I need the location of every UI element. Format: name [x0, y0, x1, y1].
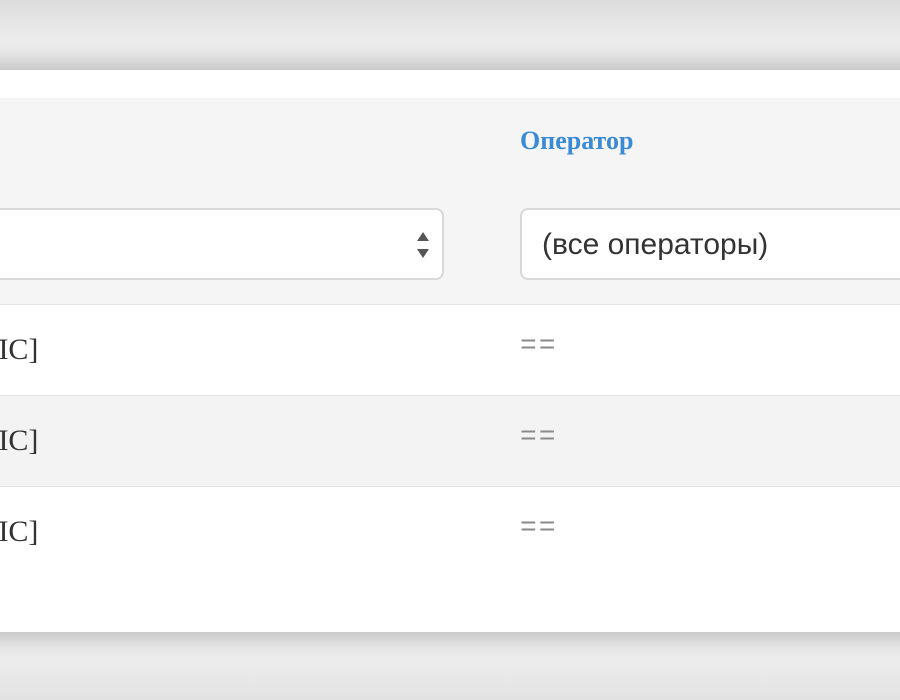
table-cell-left: [ЛС]: [0, 424, 39, 457]
table-cell-operator: ==: [520, 513, 558, 544]
table-row: [ЛС] ==: [0, 396, 900, 487]
table-cell-operator: ==: [520, 331, 558, 362]
filter-select-operator-value: (все операторы): [542, 228, 769, 261]
filter-select-operator[interactable]: (все операторы): [520, 208, 900, 280]
updown-arrows-icon: [416, 230, 430, 260]
page-backdrop: Оператор (все операторы) [ЛС] == [ЛС] ==…: [0, 0, 900, 700]
table-row: [ЛС] ==: [0, 487, 900, 577]
filter-table-panel: Оператор (все операторы) [ЛС] == [ЛС] ==…: [0, 70, 900, 632]
filter-select-left[interactable]: [0, 208, 444, 280]
table-cell-left: [ЛС]: [0, 333, 39, 366]
table-row: [ЛС] ==: [0, 305, 900, 396]
table-cell-left: [ЛС]: [0, 515, 39, 548]
table-cell-operator: ==: [520, 422, 558, 453]
column-header-operator[interactable]: Оператор: [520, 126, 633, 156]
table-header-row: [0, 98, 900, 188]
